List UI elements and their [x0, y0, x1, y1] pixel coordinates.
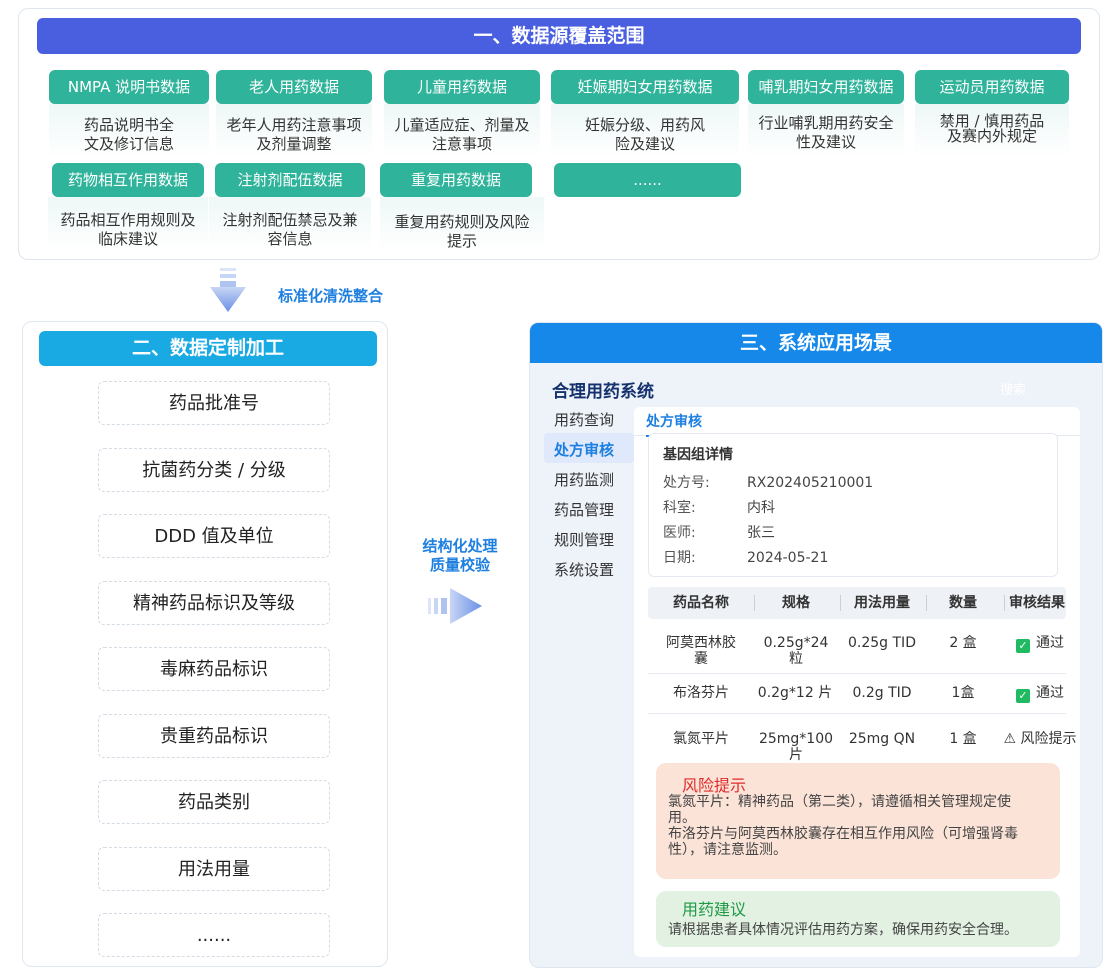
nav-item-system-settings[interactable]: 系统设置 — [554, 559, 614, 580]
cell-spec: 25mg*100 片 — [758, 731, 834, 763]
processing-item: 贵重药品标识 — [98, 714, 330, 758]
advice-box: 用药建议 请根据患者具体情况评估用药方案，确保用药安全合理。 — [656, 891, 1060, 947]
cell-quantity: 1 盒 — [949, 731, 977, 747]
cell-quantity: 2 盒 — [949, 635, 977, 651]
col-separator — [754, 595, 755, 611]
advice-title: 用药建议 — [682, 900, 747, 919]
category-desc: 药品说明书全 文及修订信息 — [49, 104, 209, 158]
info-row-date: 日期: 2024-05-21 — [663, 550, 829, 566]
processing-item: DDD 值及单位 — [98, 514, 330, 558]
cell-usage: 0.2g TID — [852, 685, 912, 701]
risk-alert-title: 风险提示 — [682, 776, 747, 795]
cell-spec: 0.25g*24 粒 — [763, 635, 829, 667]
processing-item: 用法用量 — [98, 847, 330, 891]
category-desc: 药品相互作用规则及 临床建议 — [48, 197, 208, 251]
category-desc: 行业哺乳期用药安全 性及建议 — [748, 104, 904, 158]
category-desc: 禁用 / 慎用药品 及赛内外规定 — [915, 104, 1069, 158]
col-header-spec: 规格 — [782, 595, 810, 611]
cell-quantity: 1盒 — [951, 685, 975, 701]
table-row: 布洛芬片 0.2g*12 片 0.2g TID 1盒 ✓ 通过 — [648, 685, 1066, 705]
table-row: 阿莫西林胶囊 0.25g*24 粒 0.25g TID 2 盒 ✓ 通过 — [648, 635, 1066, 671]
category-label: 老人用药数据 — [216, 70, 372, 104]
search-link[interactable]: 搜索 — [1000, 379, 1026, 398]
processing-item: 药品批准号 — [98, 381, 330, 425]
category-label: 妊娠期妇女用药数据 — [551, 70, 739, 104]
cleaning-step-label: 标准化清洗整合 — [278, 287, 384, 305]
check-icon: ✓ — [1016, 639, 1030, 653]
processing-item: 毒麻药品标识 — [98, 647, 330, 691]
info-row-doctor: 医师: 张三 — [663, 525, 775, 541]
right-arrow-icon — [428, 588, 482, 624]
cell-drug-name: 氯氮平片 — [673, 731, 729, 747]
info-row-department: 科室: 内科 — [663, 500, 775, 516]
check-icon: ✓ — [1016, 689, 1030, 703]
nav-item-drug-monitoring[interactable]: 用药监测 — [554, 469, 614, 490]
nav-item-drug-query[interactable]: 用药查询 — [554, 409, 614, 430]
structuring-step-label: 结构化处理 质量校验 — [422, 537, 498, 574]
processing-item: ...... — [98, 913, 330, 957]
info-card-title: 基因组详情 — [663, 447, 733, 463]
category-label: 运动员用药数据 — [915, 70, 1069, 104]
processing-item: 抗菌药分类 / 分级 — [98, 448, 330, 492]
category-desc: 重复用药规则及风险 提示 — [380, 197, 544, 251]
cell-drug-name: 布洛芬片 — [673, 685, 729, 701]
category-label: NMPA 说明书数据 — [49, 70, 209, 104]
processing-item: 药品类别 — [98, 780, 330, 824]
cell-result: ⚠ 风险提示 — [1003, 731, 1077, 747]
processing-item: 精神药品标识及等级 — [98, 581, 330, 625]
table-row: 氯氮平片 25mg*100 片 25mg QN 1 盒 ⚠ 风险提示 — [648, 731, 1077, 767]
col-header-drug-name: 药品名称 — [673, 595, 729, 611]
col-separator — [926, 595, 927, 611]
section1-title: 一、数据源覆盖范围 — [37, 18, 1081, 54]
risk-alert-box: 风险提示 氯氮平片：精神药品（第二类），请遵循相关管理规定使 用。 布洛芬片与阿… — [656, 763, 1060, 879]
category-label: 注射剂配伍数据 — [215, 163, 365, 197]
cell-result: ✓ 通过 — [998, 635, 1082, 653]
data-processing-section: 二、数据定制加工 药品批准号 抗菌药分类 / 分级 DDD 值及单位 精神药品标… — [22, 321, 388, 967]
row-divider — [648, 673, 1066, 674]
col-header-usage: 用法用量 — [854, 595, 910, 611]
category-label: 重复用药数据 — [380, 163, 532, 197]
category-desc: 注射剂配伍禁忌及兼 容信息 — [209, 197, 371, 251]
info-row-prescription-no: 处方号: RX202405210001 — [663, 475, 874, 491]
section2-title: 二、数据定制加工 — [39, 331, 377, 366]
col-header-quantity: 数量 — [949, 595, 977, 611]
category-desc: 儿童适应症、剂量及 注意事项 — [384, 104, 540, 158]
cell-result: ✓ 通过 — [998, 685, 1082, 703]
cell-usage: 0.25g TID — [848, 635, 916, 651]
category-label: 哺乳期妇女用药数据 — [748, 70, 904, 104]
cell-spec: 0.2g*12 片 — [757, 685, 833, 701]
row-divider — [648, 713, 1066, 714]
prescription-review-panel: 处方审核 基因组详情 处方号: RX202405210001 科室: 内科 医师: 张… — [634, 407, 1080, 957]
col-header-result: 审核结果 — [1009, 595, 1065, 611]
category-desc: 老年人用药注意事项 及剂量调整 — [216, 104, 372, 158]
system-application-section: 三、系统应用场景 合理用药系统 搜索 用药查询 处方审核 用药监测 药品管理 规… — [529, 322, 1103, 968]
down-arrow-icon — [210, 268, 246, 312]
drug-table-header: 药品名称 规格 用法用量 数量 审核结果 — [648, 587, 1066, 619]
prescription-info-card: 基因组详情 处方号: RX202405210001 科室: 内科 医师: 张三 日期:… — [648, 433, 1058, 577]
nav-item-prescription-review[interactable]: 处方审核 — [554, 439, 614, 460]
advice-text: 请根据患者具体情况评估用药方案，确保用药安全合理。 — [668, 922, 1018, 938]
col-separator — [840, 595, 841, 611]
category-label: ...... — [554, 163, 741, 197]
nav-item-drug-management[interactable]: 药品管理 — [554, 499, 614, 520]
cell-usage: 25mg QN — [848, 731, 916, 747]
cell-drug-name: 阿莫西林胶囊 — [666, 635, 736, 667]
risk-alert-text: 氯氮平片：精神药品（第二类），请遵循相关管理规定使 用。 布洛芬片与阿莫西林胶囊… — [668, 794, 1018, 858]
section3-title: 三、系统应用场景 — [530, 323, 1102, 363]
category-desc: 妊娠分级、用药风 险及建议 — [551, 104, 739, 158]
category-label: 药物相互作用数据 — [52, 163, 204, 197]
app-title: 合理用药系统 — [552, 382, 654, 402]
data-source-coverage-section: 一、数据源覆盖范围 NMPA 说明书数据 药品说明书全 文及修订信息 老人用药数… — [18, 8, 1100, 260]
category-label: 儿童用药数据 — [384, 70, 540, 104]
nav-item-rule-management[interactable]: 规则管理 — [554, 529, 614, 550]
